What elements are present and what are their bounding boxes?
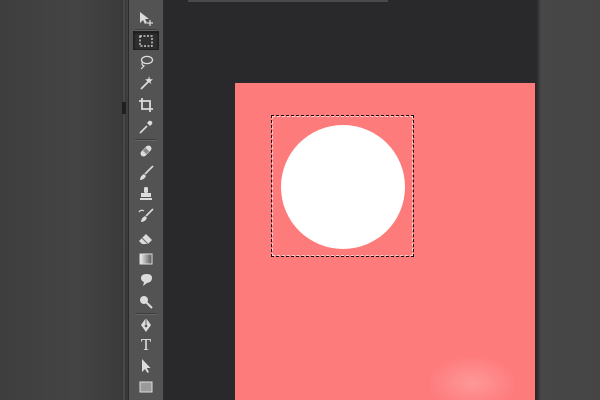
tool-gradient[interactable] (133, 249, 159, 268)
gradient-icon (139, 253, 153, 264)
rectangular-selection-marquee[interactable] (271, 115, 414, 257)
type-icon: T (140, 335, 151, 354)
tool-clone-stamp[interactable] (133, 184, 159, 203)
tool-move[interactable] (133, 9, 159, 28)
lasso-icon (140, 55, 154, 69)
move-tool-icon (140, 11, 153, 26)
dodge-icon (140, 295, 153, 309)
tool-path-selection[interactable] (133, 356, 159, 375)
tool-rectangular-marquee[interactable] (133, 31, 159, 50)
path-selection-arrow-icon (142, 358, 151, 373)
tool-type[interactable]: T (133, 335, 159, 354)
tool-lasso[interactable] (133, 52, 159, 71)
bandage-icon (140, 145, 152, 156)
eraser-icon (139, 233, 152, 244)
canvas-highlight (430, 357, 515, 400)
pen-icon (141, 317, 151, 332)
right-panel-area (537, 0, 600, 400)
stamp-icon (140, 186, 152, 200)
eyedropper-icon (139, 120, 153, 134)
blur-drop-icon (141, 273, 152, 286)
tool-rectangle-shape[interactable] (133, 377, 159, 396)
crop-icon (139, 97, 153, 112)
brush-icon (140, 164, 154, 180)
tool-healing-brush[interactable] (133, 141, 159, 160)
panel-divider[interactable] (122, 0, 126, 400)
tool-history-brush[interactable] (133, 206, 159, 225)
panel-collapse-grip[interactable] (122, 102, 126, 114)
document-tab-edge (188, 0, 388, 2)
tool-eraser[interactable] (133, 228, 159, 247)
tool-pen[interactable] (133, 315, 159, 334)
left-panel-area (0, 0, 126, 400)
tool-blur[interactable] (133, 270, 159, 289)
rectangle-shape-icon (139, 381, 153, 392)
tool-crop[interactable] (133, 95, 159, 114)
tool-eyedropper[interactable] (133, 117, 159, 136)
tool-brush[interactable] (133, 163, 159, 182)
history-brush-icon (138, 207, 154, 222)
tools-panel: T (128, 0, 164, 400)
tool-dodge[interactable] (133, 292, 159, 311)
magic-wand-icon (140, 75, 153, 90)
photoshop-window: T (0, 0, 600, 400)
rectangular-marquee-icon (139, 34, 153, 47)
tool-magic-wand[interactable] (133, 73, 159, 92)
